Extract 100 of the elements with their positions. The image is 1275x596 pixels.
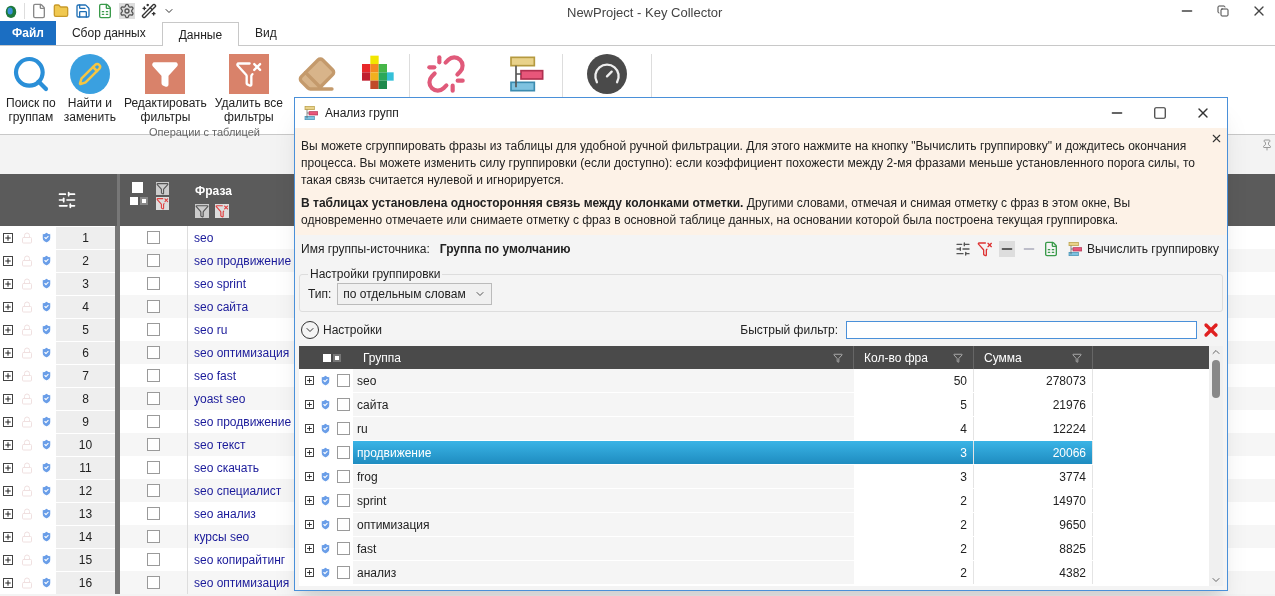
checkbox[interactable] xyxy=(147,323,160,336)
phrase-link[interactable]: seo скачать xyxy=(194,458,259,477)
shield-icon[interactable] xyxy=(40,484,53,497)
phrase-link[interactable]: seo продвижение xyxy=(194,412,292,431)
expand-icon[interactable] xyxy=(3,531,13,542)
expand-icon[interactable] xyxy=(3,232,13,243)
shield-icon[interactable] xyxy=(40,438,53,451)
ribbon-tab[interactable]: Данные xyxy=(161,22,240,46)
shield-icon[interactable] xyxy=(319,374,332,387)
shield-icon[interactable] xyxy=(40,346,53,359)
checkbox[interactable] xyxy=(337,446,350,459)
ribbon-button[interactable]: Редактировать фильтры xyxy=(119,54,211,124)
quick-filter-field[interactable] xyxy=(846,321,1197,339)
expand-icon[interactable] xyxy=(3,485,13,496)
group-cell[interactable]: оптимизация xyxy=(353,513,854,536)
ribbon-tab[interactable]: Файл xyxy=(0,21,56,45)
column-header[interactable]: Кол-во фра xyxy=(854,346,974,369)
compute-button[interactable]: Вычислить группировку xyxy=(1064,240,1221,258)
phrase-link[interactable]: курсы seo xyxy=(194,527,250,546)
filter-clear-icon[interactable] xyxy=(215,204,229,218)
shield-icon[interactable] xyxy=(319,542,332,555)
expand-icon[interactable] xyxy=(3,554,13,565)
column-header[interactable]: Фраза xyxy=(195,182,232,200)
ribbon-button[interactable]: Найти и заменить xyxy=(59,54,120,124)
checkbox[interactable] xyxy=(147,553,160,566)
checkbox[interactable] xyxy=(147,507,160,520)
collapse-icon[interactable] xyxy=(998,241,1015,257)
filter-icon[interactable] xyxy=(1072,352,1082,363)
expand-icon[interactable] xyxy=(3,324,13,335)
checkbox[interactable] xyxy=(147,438,160,451)
filter-icon[interactable] xyxy=(833,352,843,363)
checkbox[interactable] xyxy=(337,518,350,531)
checkbox[interactable] xyxy=(147,300,160,313)
column-header[interactable]: Сумма xyxy=(974,346,1093,369)
shield-icon[interactable] xyxy=(40,507,53,520)
scrollbar[interactable] xyxy=(1209,346,1223,586)
expand-icon[interactable] xyxy=(3,416,13,427)
phrase-link[interactable]: seo текст xyxy=(194,435,246,454)
group-cell[interactable]: sprint xyxy=(353,489,854,512)
group-cell[interactable]: анализ xyxy=(353,561,854,584)
group-cell[interactable]: ru xyxy=(353,417,854,440)
spreadsheet-icon[interactable] xyxy=(97,3,113,19)
checkbox[interactable] xyxy=(147,254,160,267)
new-file-icon[interactable] xyxy=(31,3,47,19)
expand-icon[interactable] xyxy=(305,448,314,457)
expand-icon[interactable] xyxy=(305,520,314,529)
mark-icon[interactable] xyxy=(323,353,331,362)
ribbon-tab[interactable]: Сбор данных xyxy=(55,21,162,45)
shield-icon[interactable] xyxy=(40,254,53,267)
expand-icon[interactable] xyxy=(305,472,314,481)
checkbox[interactable] xyxy=(147,369,160,382)
expand-icon[interactable] xyxy=(3,255,13,266)
shield-icon[interactable] xyxy=(40,300,53,313)
phrase-link[interactable]: seo оптимизация xyxy=(194,343,290,362)
phrase-link[interactable]: seo ru xyxy=(194,320,228,339)
checkbox[interactable] xyxy=(147,346,160,359)
checkbox[interactable] xyxy=(147,231,160,244)
expand-icon[interactable] xyxy=(305,496,314,505)
expand-icon[interactable] xyxy=(3,370,13,381)
shield-icon[interactable] xyxy=(319,398,332,411)
filter-icon[interactable] xyxy=(953,352,963,363)
phrase-link[interactable]: seo анализ xyxy=(194,504,256,523)
shield-icon[interactable] xyxy=(40,369,53,382)
expand-icon[interactable] xyxy=(305,376,314,385)
filter-icon[interactable] xyxy=(156,182,169,195)
checkbox[interactable] xyxy=(147,392,160,405)
shield-icon[interactable] xyxy=(40,323,53,336)
expand-icon[interactable] xyxy=(3,393,13,404)
phrase-link[interactable]: seo копирайтинг xyxy=(194,550,286,569)
ribbon-button[interactable]: Поиск по группам xyxy=(2,54,60,124)
checkbox[interactable] xyxy=(147,530,160,543)
expand-icon[interactable] xyxy=(3,347,13,358)
shield-icon[interactable] xyxy=(319,422,332,435)
shield-icon[interactable] xyxy=(40,530,53,543)
checkbox[interactable] xyxy=(147,415,160,428)
shield-icon[interactable] xyxy=(40,553,53,566)
expand-icon[interactable] xyxy=(3,462,13,473)
phrase-link[interactable]: seo сайта xyxy=(194,297,249,316)
restore-icon[interactable] xyxy=(1217,5,1229,17)
group-cell[interactable]: fast xyxy=(353,537,854,560)
type-select[interactable]: по отдельным словам xyxy=(337,283,492,305)
scroll-thumb[interactable] xyxy=(1212,360,1220,398)
filter-icon[interactable] xyxy=(195,204,209,218)
expand-icon[interactable] xyxy=(3,301,13,312)
shield-icon[interactable] xyxy=(40,576,53,589)
settings-icon[interactable] xyxy=(56,190,77,210)
spreadsheet-icon[interactable] xyxy=(1042,241,1059,257)
checkbox[interactable] xyxy=(147,277,160,290)
save-icon[interactable] xyxy=(75,3,91,19)
shield-icon[interactable] xyxy=(40,392,53,405)
phrase-link[interactable]: seo xyxy=(194,228,214,247)
checkbox[interactable] xyxy=(147,576,160,589)
shield-icon[interactable] xyxy=(40,231,53,244)
expand-icon[interactable] xyxy=(305,424,314,433)
ribbon-tab[interactable]: Вид xyxy=(239,21,293,45)
checkbox[interactable] xyxy=(337,470,350,483)
expand-icon[interactable] xyxy=(305,568,314,577)
folder-icon[interactable] xyxy=(53,3,69,19)
maximize-icon[interactable] xyxy=(1153,106,1167,120)
phrase-link[interactable]: seo оптимизация xyxy=(194,573,290,592)
